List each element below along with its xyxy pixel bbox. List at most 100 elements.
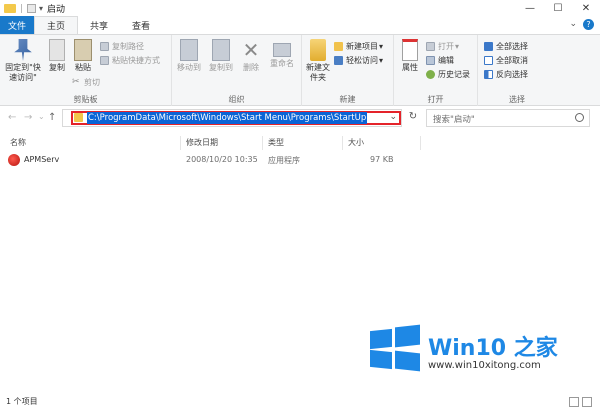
up-arrow-icon[interactable]: ↑: [48, 112, 56, 123]
divider: [21, 3, 22, 13]
address-bar[interactable]: C:\ProgramData\Microsoft\Windows\Start M…: [62, 109, 402, 127]
copy-path-icon: [100, 42, 109, 51]
address-dropdown-icon[interactable]: ⌄: [389, 112, 397, 122]
address-path[interactable]: C:\ProgramData\Microsoft\Windows\Start M…: [87, 112, 368, 124]
tab-home[interactable]: 主页: [34, 16, 79, 34]
scissors-icon: ✂: [72, 77, 80, 87]
column-size[interactable]: 大小: [348, 137, 364, 148]
search-input[interactable]: 搜索"启动": [426, 109, 590, 127]
divider: [342, 136, 343, 150]
select-none-button[interactable]: 全部取消: [484, 55, 528, 66]
new-item-icon: [334, 42, 343, 51]
properties-button[interactable]: 属性: [398, 39, 422, 73]
select-none-icon: [484, 56, 493, 65]
file-type: 应用程序: [268, 156, 300, 165]
folder-icon: [4, 3, 16, 13]
copy-button[interactable]: 复制: [44, 39, 70, 73]
refresh-icon[interactable]: ↻: [406, 111, 420, 125]
file-size: 97 KB: [370, 155, 394, 164]
easy-access-button[interactable]: 轻松访问 ▾: [334, 55, 383, 66]
divider: [420, 136, 421, 150]
application-icon: [8, 154, 20, 166]
watermark-url: www.win10xitong.com: [428, 360, 541, 371]
history-icon: [426, 70, 435, 79]
new-group: 新建文件夹 新建项目 ▾ 轻松访问 ▾ 新建: [302, 35, 394, 107]
select-all-icon: [484, 42, 493, 51]
windows-logo-icon: [370, 324, 420, 372]
close-button[interactable]: ✕: [572, 0, 600, 16]
back-arrow-icon[interactable]: ←: [8, 112, 16, 123]
group-label: 剪贴板: [73, 95, 98, 104]
paste-button[interactable]: 粘贴: [70, 39, 96, 73]
large-icons-view-icon[interactable]: [582, 397, 592, 407]
invert-selection-button[interactable]: 反向选择: [484, 69, 528, 80]
delete-button[interactable]: ✕ 删除: [240, 39, 262, 73]
move-to-button[interactable]: 移动到: [174, 39, 204, 73]
divider: [180, 136, 181, 150]
invert-selection-icon: [484, 70, 493, 79]
search-icon[interactable]: [575, 113, 584, 122]
delete-icon: ✕: [242, 38, 260, 62]
pin-quick-access-button[interactable]: 固定到"快速访问": [2, 39, 44, 83]
organize-group: 移动到 复制到 ✕ 删除 重命名 组织: [172, 35, 302, 107]
item-count: 1 个项目: [6, 397, 38, 406]
tab-view[interactable]: 查看: [120, 16, 162, 34]
status-bar: 1 个项目: [0, 394, 600, 410]
quick-access-dropdown-icon[interactable]: ▾: [39, 4, 43, 13]
minimize-button[interactable]: —: [516, 0, 544, 16]
maximize-button[interactable]: ☐: [544, 0, 572, 16]
dropdown-arrow-icon: ▾: [455, 42, 460, 51]
properties-icon: [402, 39, 418, 61]
column-type[interactable]: 类型: [268, 137, 284, 148]
tab-file[interactable]: 文件: [0, 16, 34, 34]
watermark-title: Win10 之家: [428, 336, 558, 361]
folder-icon: [74, 113, 83, 122]
copy-to-icon: [212, 39, 230, 61]
navigation-bar: ← → ⌄ ↑ C:\ProgramData\Microsoft\Windows…: [0, 106, 600, 130]
group-label: 打开: [427, 95, 444, 104]
move-to-icon: [180, 39, 198, 61]
file-modified: 2008/10/20 10:35: [186, 155, 258, 164]
new-item-button[interactable]: 新建项目 ▾: [334, 41, 383, 52]
ribbon: 固定到"快速访问" 复制 粘贴 复制路径 粘贴快捷方式 ✂ 剪切 剪贴板 移动到: [0, 34, 600, 107]
pin-icon: [14, 39, 32, 61]
column-name[interactable]: 名称: [10, 137, 26, 148]
tab-share[interactable]: 共享: [78, 16, 120, 34]
file-name: APMServ: [24, 155, 60, 164]
paste-shortcut-icon: [100, 56, 109, 65]
cut-button[interactable]: ✂ 剪切: [72, 77, 100, 88]
select-all-button[interactable]: 全部选择: [484, 41, 528, 52]
table-row[interactable]: APMServ 2008/10/20 10:35 应用程序 97 KB: [0, 152, 600, 168]
forward-arrow-icon[interactable]: →: [24, 112, 32, 123]
new-folder-button[interactable]: 新建文件夹: [304, 39, 332, 83]
expand-ribbon-icon[interactable]: ⌄: [569, 19, 577, 30]
open-group: 属性 打开 ▾ 编辑 历史记录 打开: [394, 35, 478, 107]
help-icon[interactable]: ?: [583, 19, 594, 30]
group-label: 选择: [509, 95, 525, 104]
dropdown-arrow-icon: ▾: [379, 56, 384, 65]
divider: [262, 136, 263, 150]
copy-to-button[interactable]: 复制到: [206, 39, 236, 73]
group-label: 组织: [228, 95, 245, 104]
details-view-icon[interactable]: [569, 397, 579, 407]
clipboard-group: 固定到"快速访问" 复制 粘贴 复制路径 粘贴快捷方式 ✂ 剪切 剪贴板: [0, 35, 172, 107]
edit-icon: [426, 56, 435, 65]
recent-dropdown-icon[interactable]: ⌄: [38, 112, 45, 121]
rename-button[interactable]: 重命名: [266, 39, 298, 69]
open-icon: [426, 42, 435, 51]
open-button[interactable]: 打开 ▾: [426, 41, 459, 52]
select-group: 全部选择 全部取消 反向选择 选择: [478, 35, 556, 107]
dropdown-arrow-icon: ▾: [379, 42, 384, 51]
group-label: 新建: [339, 95, 356, 104]
history-button[interactable]: 历史记录: [426, 69, 470, 80]
copy-icon: [49, 39, 65, 61]
quick-access-icon[interactable]: [27, 3, 36, 13]
paste-shortcut-button[interactable]: 粘贴快捷方式: [100, 55, 160, 66]
copy-path-button[interactable]: 复制路径: [100, 41, 144, 52]
ribbon-tabs: 文件 主页 共享 查看 ⌄ ?: [0, 16, 600, 34]
new-folder-icon: [310, 39, 326, 61]
search-placeholder: 搜索"启动": [433, 115, 475, 125]
edit-button[interactable]: 编辑: [426, 55, 454, 66]
column-modified[interactable]: 修改日期: [186, 137, 218, 148]
easy-access-icon: [334, 56, 343, 65]
